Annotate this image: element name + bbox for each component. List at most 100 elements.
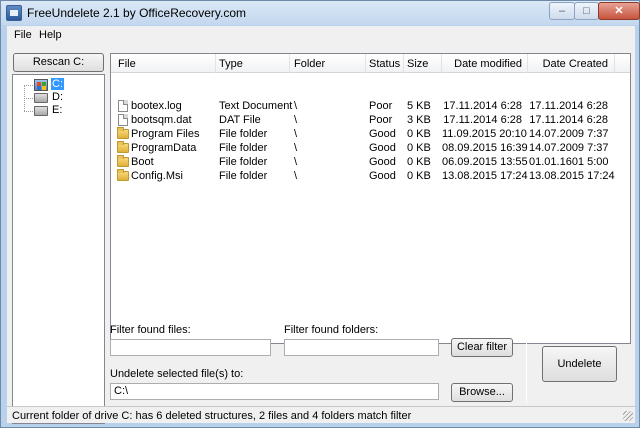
file-status: Good (369, 142, 396, 154)
column-divider[interactable] (215, 54, 216, 73)
maximize-button[interactable]: □ (574, 2, 599, 20)
file-folder: \ (294, 170, 298, 182)
date-modified: 17.11.2014 6:28 (443, 114, 522, 126)
date-created: 14.07.2009 7:37 (529, 142, 609, 154)
file-size: 3 KB (407, 114, 431, 126)
column-header-size[interactable]: Size (407, 58, 428, 70)
filter-folders-input[interactable] (284, 339, 439, 356)
table-row[interactable]: Config.Msi File folder \ Good 0 KB 13.08… (111, 169, 630, 183)
folder-icon (117, 127, 129, 139)
file-type: File folder (219, 128, 268, 140)
column-divider[interactable] (527, 54, 528, 73)
drive-tree[interactable]: C: D: E: (12, 74, 105, 424)
file-status: Good (369, 170, 396, 182)
file-name: Boot (131, 156, 154, 168)
column-divider[interactable] (365, 54, 366, 73)
file-folder: \ (294, 114, 298, 126)
date-modified: 08.09.2015 16:39 (442, 142, 528, 154)
file-type: File folder (219, 156, 268, 168)
file-status: Poor (369, 114, 393, 126)
file-list[interactable]: File Type Folder Status Size Date modifi… (110, 53, 631, 344)
list-header: File Type Folder Status Size Date modifi… (111, 54, 630, 73)
date-modified: 13.08.2015 17:24 (442, 170, 528, 182)
date-modified: 17.11.2014 6:28 (443, 100, 522, 112)
browse-button[interactable]: Browse... (451, 383, 513, 402)
app-window: FreeUndelete 2.1 by OfficeRecovery.com –… (0, 0, 640, 428)
date-created: 01.01.1601 5:00 (529, 156, 609, 168)
file-size: 5 KB (407, 100, 431, 112)
filter-files-input[interactable] (110, 339, 271, 356)
undelete-path-label: Undelete selected file(s) to: (110, 368, 244, 380)
file-folder: \ (294, 128, 298, 140)
file-size: 0 KB (407, 156, 431, 168)
table-row[interactable]: ProgramData File folder \ Good 0 KB 08.0… (111, 141, 630, 155)
file-icon (118, 100, 128, 112)
tree-connector (24, 85, 33, 86)
tree-item-drive-c[interactable]: C: (51, 78, 64, 90)
status-text: Current folder of drive C: has 6 deleted… (12, 410, 412, 422)
file-type: Text Document (219, 100, 293, 112)
column-header-status[interactable]: Status (369, 58, 400, 70)
title-bar[interactable]: FreeUndelete 2.1 by OfficeRecovery.com –… (1, 1, 640, 25)
menu-help[interactable]: Help (39, 29, 62, 41)
maximize-icon: □ (583, 5, 590, 17)
close-button[interactable]: ✕ (598, 2, 640, 20)
app-icon (6, 5, 22, 21)
file-size: 0 KB (407, 142, 431, 154)
folder-icon (117, 155, 129, 167)
table-row[interactable]: bootex.log Text Document \ Poor 5 KB 17.… (111, 99, 630, 113)
filter-folders-label: Filter found folders: (284, 324, 379, 336)
column-header-date-created[interactable]: Date Created (529, 58, 608, 70)
menu-bar: File Help (7, 26, 635, 44)
date-created: 14.07.2009 7:37 (529, 128, 609, 140)
column-header-date-modified[interactable]: Date modified (442, 58, 522, 70)
close-icon: ✕ (614, 5, 624, 17)
undelete-path-input[interactable]: C:\ (110, 383, 439, 400)
file-folder: \ (294, 100, 298, 112)
date-modified: 06.09.2015 13:55 (442, 156, 528, 168)
status-bar: Current folder of drive C: has 6 deleted… (7, 406, 635, 423)
file-name: bootex.log (131, 100, 182, 112)
date-created: 17.11.2014 6:28 (529, 114, 608, 126)
file-type: DAT File (219, 114, 261, 126)
file-type: File folder (219, 142, 268, 154)
file-name: Config.Msi (131, 170, 183, 182)
tree-connector (24, 98, 33, 99)
rescan-button[interactable]: Rescan C: (13, 53, 104, 72)
folder-icon (117, 169, 129, 181)
column-divider[interactable] (403, 54, 404, 73)
clear-filter-button[interactable]: Clear filter (451, 338, 513, 357)
minimize-icon: – (558, 5, 566, 17)
table-row[interactable]: Program Files File folder \ Good 0 KB 11… (111, 127, 630, 141)
file-status: Good (369, 128, 396, 140)
client-area: File Help Rescan C: C: D: E: File Type F… (7, 26, 635, 424)
drive-icon (34, 106, 48, 116)
file-name: Program Files (131, 128, 200, 140)
column-header-file[interactable]: File (118, 58, 136, 70)
date-created: 17.11.2014 6:28 (529, 100, 608, 112)
tree-item-drive-d[interactable]: D: (52, 91, 63, 103)
table-row[interactable]: bootsqm.dat DAT File \ Poor 3 KB 17.11.2… (111, 113, 630, 127)
menu-file[interactable]: File (14, 29, 32, 41)
filter-files-label: Filter found files: (110, 324, 191, 336)
panel-divider (526, 323, 527, 403)
date-modified: 11.09.2015 20:10 (442, 128, 527, 140)
window-title: FreeUndelete 2.1 by OfficeRecovery.com (27, 6, 246, 20)
resize-grip-icon[interactable] (623, 411, 633, 421)
drive-icon (34, 93, 48, 103)
column-divider[interactable] (289, 54, 290, 73)
minimize-button[interactable]: – (549, 2, 575, 20)
table-row[interactable]: Boot File folder \ Good 0 KB 06.09.2015 … (111, 155, 630, 169)
date-created: 13.08.2015 17:24 (529, 170, 615, 182)
file-name: ProgramData (131, 142, 197, 154)
file-size: 0 KB (407, 128, 431, 140)
windows-drive-icon (34, 79, 48, 91)
file-size: 0 KB (407, 170, 431, 182)
file-type: File folder (219, 170, 268, 182)
undelete-button[interactable]: Undelete (542, 346, 617, 382)
column-header-type[interactable]: Type (219, 58, 243, 70)
file-name: bootsqm.dat (131, 114, 192, 126)
tree-item-drive-e[interactable]: E: (52, 104, 62, 116)
column-header-folder[interactable]: Folder (294, 58, 325, 70)
column-divider[interactable] (614, 54, 615, 73)
